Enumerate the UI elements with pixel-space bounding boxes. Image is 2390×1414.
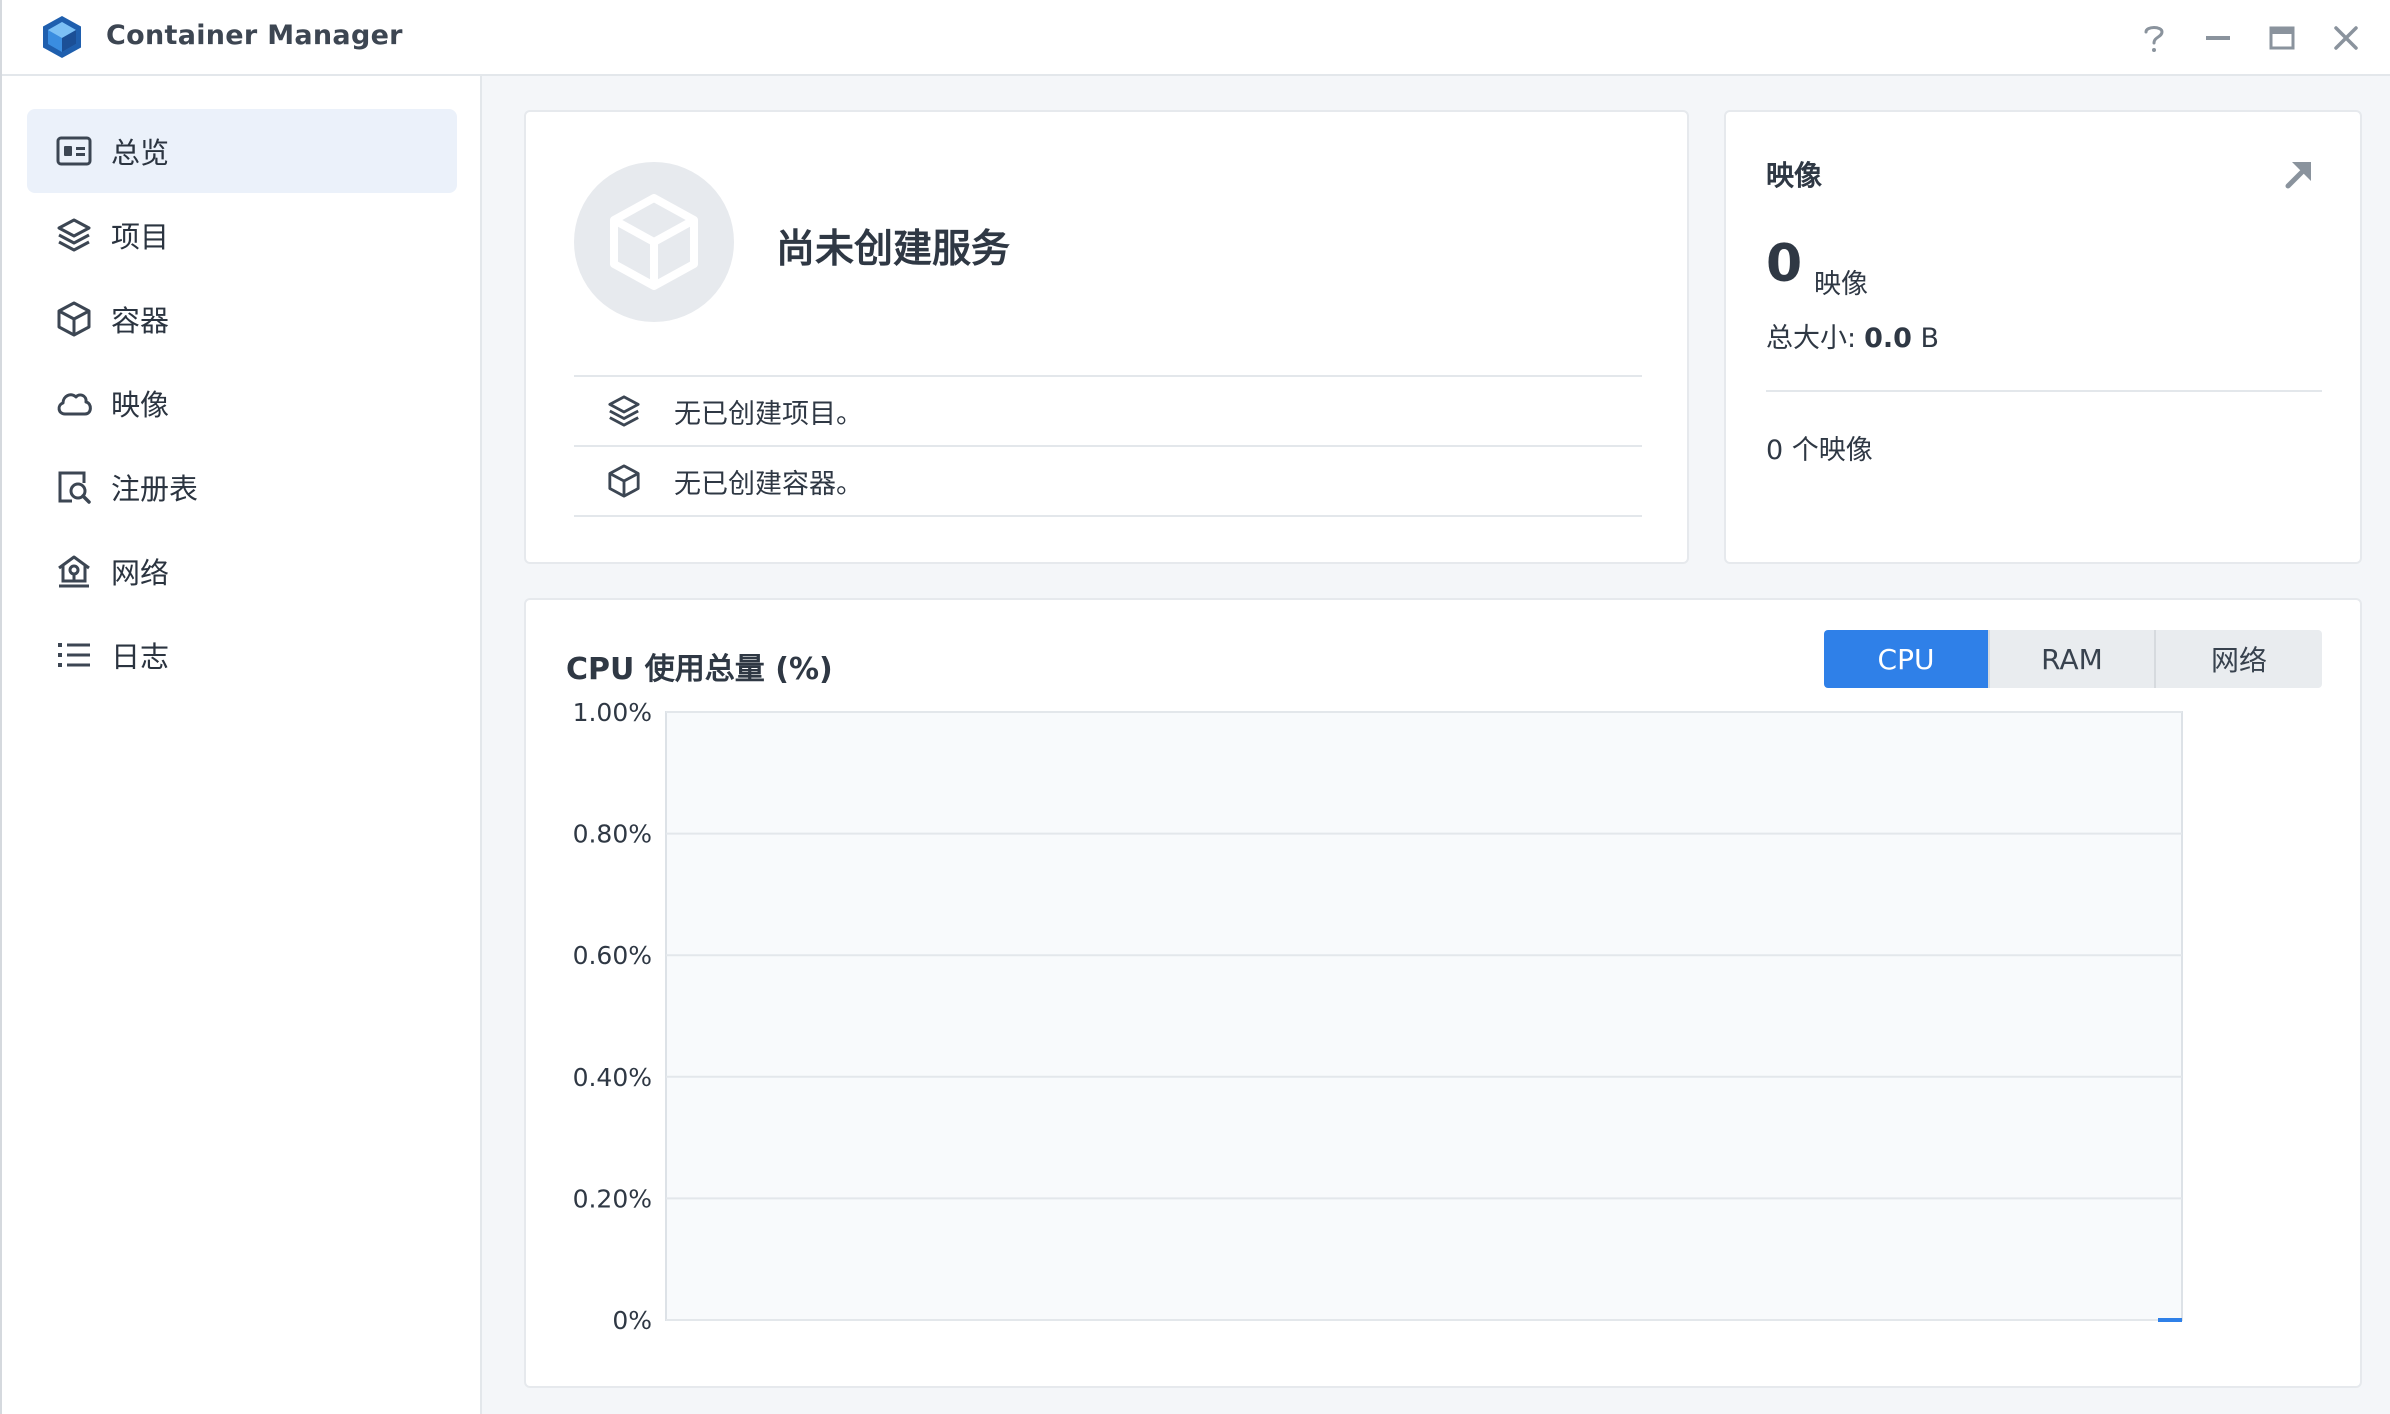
cube-icon	[53, 298, 95, 340]
sidebar-item-network[interactable]: 网络	[27, 529, 457, 613]
sidebar-item-label: 总览	[111, 136, 170, 170]
y-tick-label: 0.80%	[573, 820, 652, 849]
app-window: Container Manager 总览 项目 容器 映像 注册表 网络 日志 …	[0, 0, 2390, 1414]
list-item: 无已创建项目。	[574, 377, 1642, 447]
app-title: Container Manager	[106, 20, 403, 51]
y-tick-label: 0.20%	[573, 1184, 652, 1213]
registry-search-icon	[53, 466, 95, 508]
services-card: 尚未创建服务 无已创建项目。 无已创建容器。	[524, 110, 1689, 564]
title-bar: Container Manager	[2, 0, 2390, 76]
size-unit: B	[1920, 323, 1940, 354]
sidebar-item-label: 映像	[111, 388, 170, 422]
y-tick-label: 0%	[612, 1306, 652, 1335]
sidebar: 总览 项目 容器 映像 注册表 网络 日志	[2, 76, 482, 1414]
sidebar-item-label: 网络	[111, 556, 170, 590]
y-tick-label: 1.00%	[573, 698, 652, 727]
cpu-usage-chart: 1.00% 0.80% 0.60% 0.40% 0.20% 0%	[573, 698, 2183, 1335]
no-containers-text: 无已创建容器。	[674, 468, 863, 500]
images-heading: 映像	[1766, 159, 1823, 192]
sidebar-item-registry[interactable]: 注册表	[27, 445, 457, 529]
usage-chart-card: CPU 使用总量 (%) CPU RAM 网络 1.00% 0.80% 0.60% 0…	[524, 598, 2362, 1388]
cube-icon	[604, 461, 644, 501]
no-projects-text: 无已创建项目。	[674, 398, 863, 430]
question-icon	[2144, 26, 2164, 52]
sidebar-item-containers[interactable]: 容器	[27, 277, 457, 361]
close-button[interactable]	[2326, 18, 2366, 58]
size-label: 总大小:	[1766, 323, 1857, 354]
sidebar-item-projects[interactable]: 项目	[27, 193, 457, 277]
divider	[1766, 390, 2322, 392]
services-list: 无已创建项目。 无已创建容器。	[574, 375, 1642, 517]
list-item: 无已创建容器。	[574, 447, 1642, 517]
list-icon	[53, 634, 95, 676]
layers-icon	[53, 214, 95, 256]
images-count: 0	[1766, 234, 1803, 294]
layers-icon	[604, 391, 644, 431]
sidebar-item-label: 注册表	[111, 472, 199, 506]
plot-area	[665, 711, 2183, 1321]
cloud-icon	[53, 382, 95, 424]
maximize-icon	[2269, 26, 2295, 50]
sidebar-item-images[interactable]: 映像	[27, 361, 457, 445]
service-placeholder-icon	[574, 162, 734, 322]
open-images-button[interactable]	[2278, 154, 2318, 194]
sidebar-item-overview[interactable]: 总览	[27, 109, 457, 193]
size-value: 0.0	[1864, 323, 1912, 354]
sidebar-item-label: 项目	[111, 220, 170, 254]
maximize-button[interactable]	[2262, 18, 2302, 58]
network-home-icon	[53, 550, 95, 592]
arrow-up-right-icon	[2285, 162, 2311, 189]
images-total-size: 总大小: 0.0 B	[1766, 316, 1939, 355]
images-card: 映像 0 映像 总大小: 0.0 B 0 个映像	[1724, 110, 2362, 564]
images-count-unit: 映像	[1814, 269, 1868, 300]
sidebar-item-label: 容器	[111, 304, 170, 338]
app-logo-icon	[40, 14, 84, 60]
y-tick-label: 0.60%	[573, 941, 652, 970]
minimize-icon	[2206, 36, 2230, 40]
help-button[interactable]	[2134, 18, 2174, 58]
sidebar-item-label: 日志	[111, 640, 170, 674]
overview-icon	[53, 130, 95, 172]
minimize-button[interactable]	[2198, 18, 2238, 58]
images-note: 0 个映像	[1766, 435, 1873, 466]
services-title: 尚未创建服务	[776, 227, 1011, 272]
y-tick-label: 0.40%	[573, 1063, 652, 1092]
close-icon	[2334, 26, 2358, 50]
sidebar-item-logs[interactable]: 日志	[27, 613, 457, 697]
